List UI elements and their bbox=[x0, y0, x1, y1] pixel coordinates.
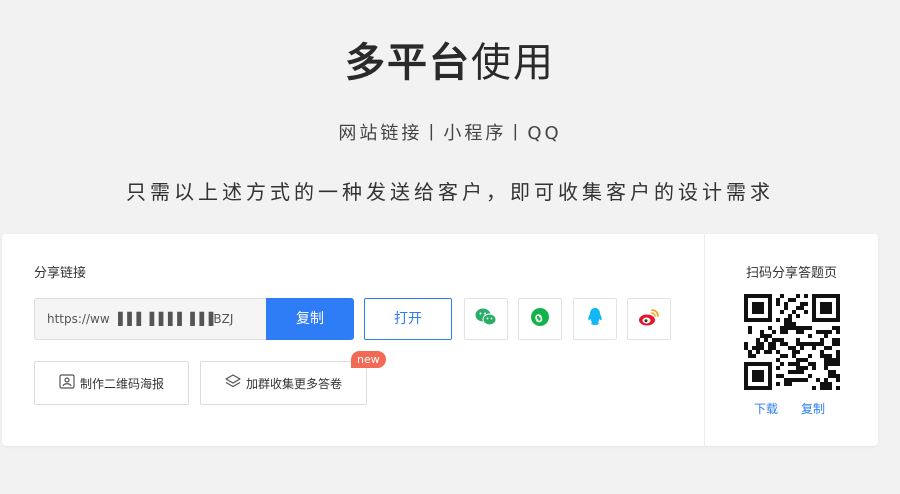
description-text: 只需以上述方式的一种发送给客户，即可收集客户的设计需求 bbox=[126, 180, 774, 204]
share-mini-program-button[interactable] bbox=[518, 298, 562, 340]
share-link-input[interactable]: https://ww ▐▐▐ ▐▐▐▐ ▐▐▐BZJ bbox=[34, 298, 266, 340]
new-badge: new bbox=[351, 351, 386, 368]
share-link-label: 分享链接 bbox=[34, 266, 87, 281]
weibo-icon bbox=[638, 307, 660, 331]
join-group-label: 加群收集更多答卷 bbox=[245, 376, 342, 391]
share-card: 分享链接 https://ww ▐▐▐ ▐▐▐▐ ▐▐▐BZJ 复制 打开 制作… bbox=[2, 234, 878, 446]
image-icon bbox=[59, 374, 75, 392]
page-title: 多平台使用 bbox=[0, 30, 900, 88]
layers-icon bbox=[225, 374, 241, 392]
qr-code-image bbox=[744, 294, 840, 390]
mini-program-icon bbox=[530, 307, 550, 331]
page-title-light: 使用 bbox=[471, 40, 555, 86]
share-weibo-button[interactable] bbox=[627, 298, 671, 340]
make-qr-poster-label: 制作二维码海报 bbox=[79, 376, 164, 391]
open-link-button[interactable]: 打开 bbox=[364, 298, 452, 340]
make-qr-poster-button[interactable]: 制作二维码海报 bbox=[34, 361, 189, 405]
share-wechat-button[interactable] bbox=[464, 298, 508, 340]
share-qq-button[interactable] bbox=[573, 298, 617, 340]
qr-title: 扫码分享答题页 bbox=[745, 266, 837, 281]
page-title-bold: 多平台 bbox=[345, 40, 471, 86]
platforms-subtitle: 网站链接丨小程序丨QQ bbox=[338, 123, 562, 144]
qq-icon bbox=[586, 307, 604, 331]
qr-copy-link[interactable]: 复制 bbox=[801, 400, 825, 417]
qr-download-link[interactable]: 下载 bbox=[754, 400, 778, 417]
join-group-button[interactable]: 加群收集更多答卷 bbox=[200, 361, 367, 405]
wechat-icon bbox=[475, 307, 497, 331]
copy-link-button[interactable]: 复制 bbox=[266, 298, 354, 340]
